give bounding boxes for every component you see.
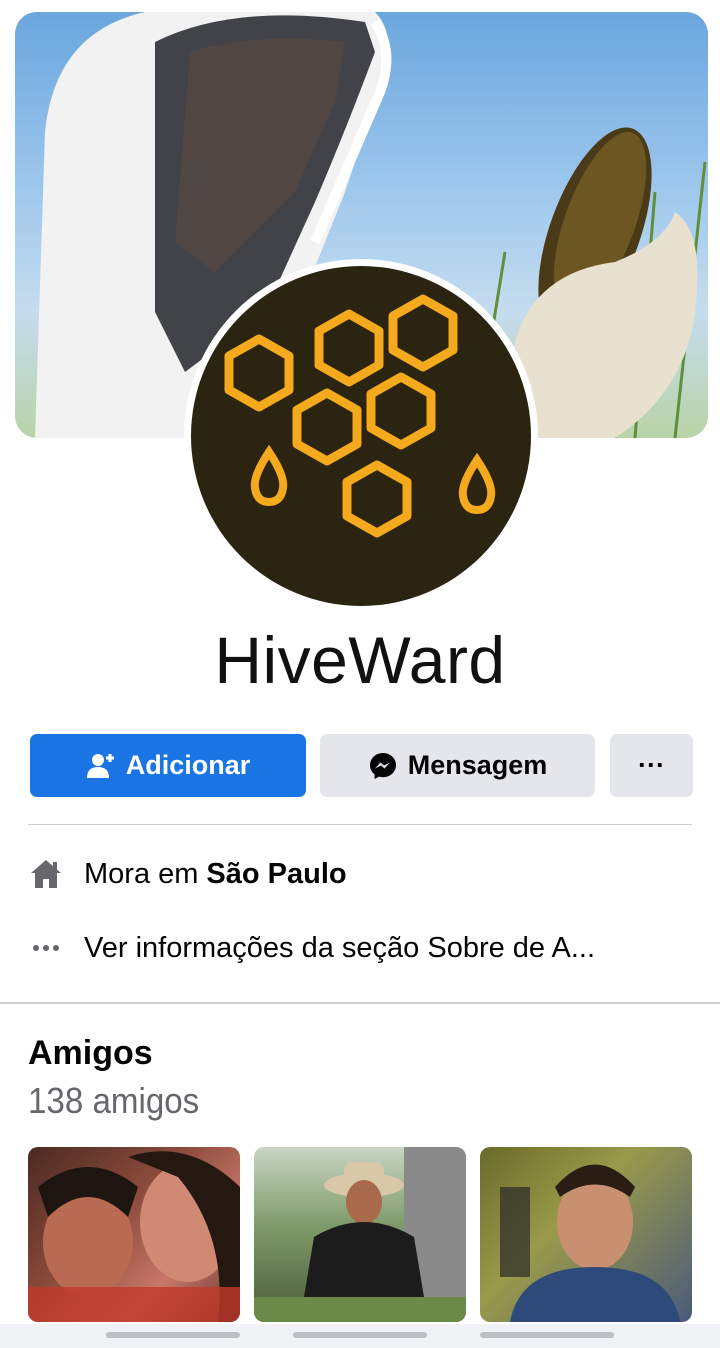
- friend-photo[interactable]: [480, 1147, 692, 1322]
- message-label: Mensagem: [407, 750, 548, 780]
- scroll-handle: [106, 1332, 240, 1338]
- more-options-button[interactable]: ···: [610, 734, 693, 797]
- more-dots-icon: ···: [638, 750, 665, 780]
- profile-avatar[interactable]: [184, 259, 538, 613]
- friend-photo-image: [28, 1151, 240, 1322]
- friends-count: 138 amigos: [28, 1080, 200, 1121]
- scroll-handle: [293, 1332, 427, 1338]
- about-link-text: Ver informações da seção Sobre de A...: [84, 931, 596, 964]
- home-icon: [28, 856, 64, 892]
- friend-photo-image: [500, 1164, 680, 1322]
- section-separator: [0, 1002, 720, 1004]
- home-city[interactable]: São Paulo: [206, 858, 346, 891]
- divider: [28, 824, 692, 825]
- friend-photo-image: [254, 1147, 466, 1322]
- more-dots-icon: [28, 930, 64, 966]
- profile-name: HiveWard: [214, 623, 506, 697]
- add-friend-button[interactable]: Adicionar: [30, 734, 306, 797]
- honeycomb-logo-icon: [224, 294, 496, 538]
- add-friend-label: Adicionar: [125, 750, 251, 780]
- friend-photo[interactable]: [28, 1147, 240, 1322]
- messenger-icon: [368, 751, 398, 781]
- info-see-about[interactable]: Ver informações da seção Sobre de A...: [28, 930, 595, 966]
- home-prefix: Mora em: [84, 857, 199, 890]
- avatar-logo: [191, 266, 531, 606]
- add-friend-icon: [86, 751, 116, 781]
- info-lives-in: Mora em São Paulo: [28, 856, 347, 892]
- message-button[interactable]: Mensagem: [320, 734, 595, 797]
- scroll-handle: [480, 1332, 614, 1338]
- friends-title[interactable]: Amigos: [28, 1034, 153, 1073]
- friend-photo[interactable]: [254, 1147, 466, 1322]
